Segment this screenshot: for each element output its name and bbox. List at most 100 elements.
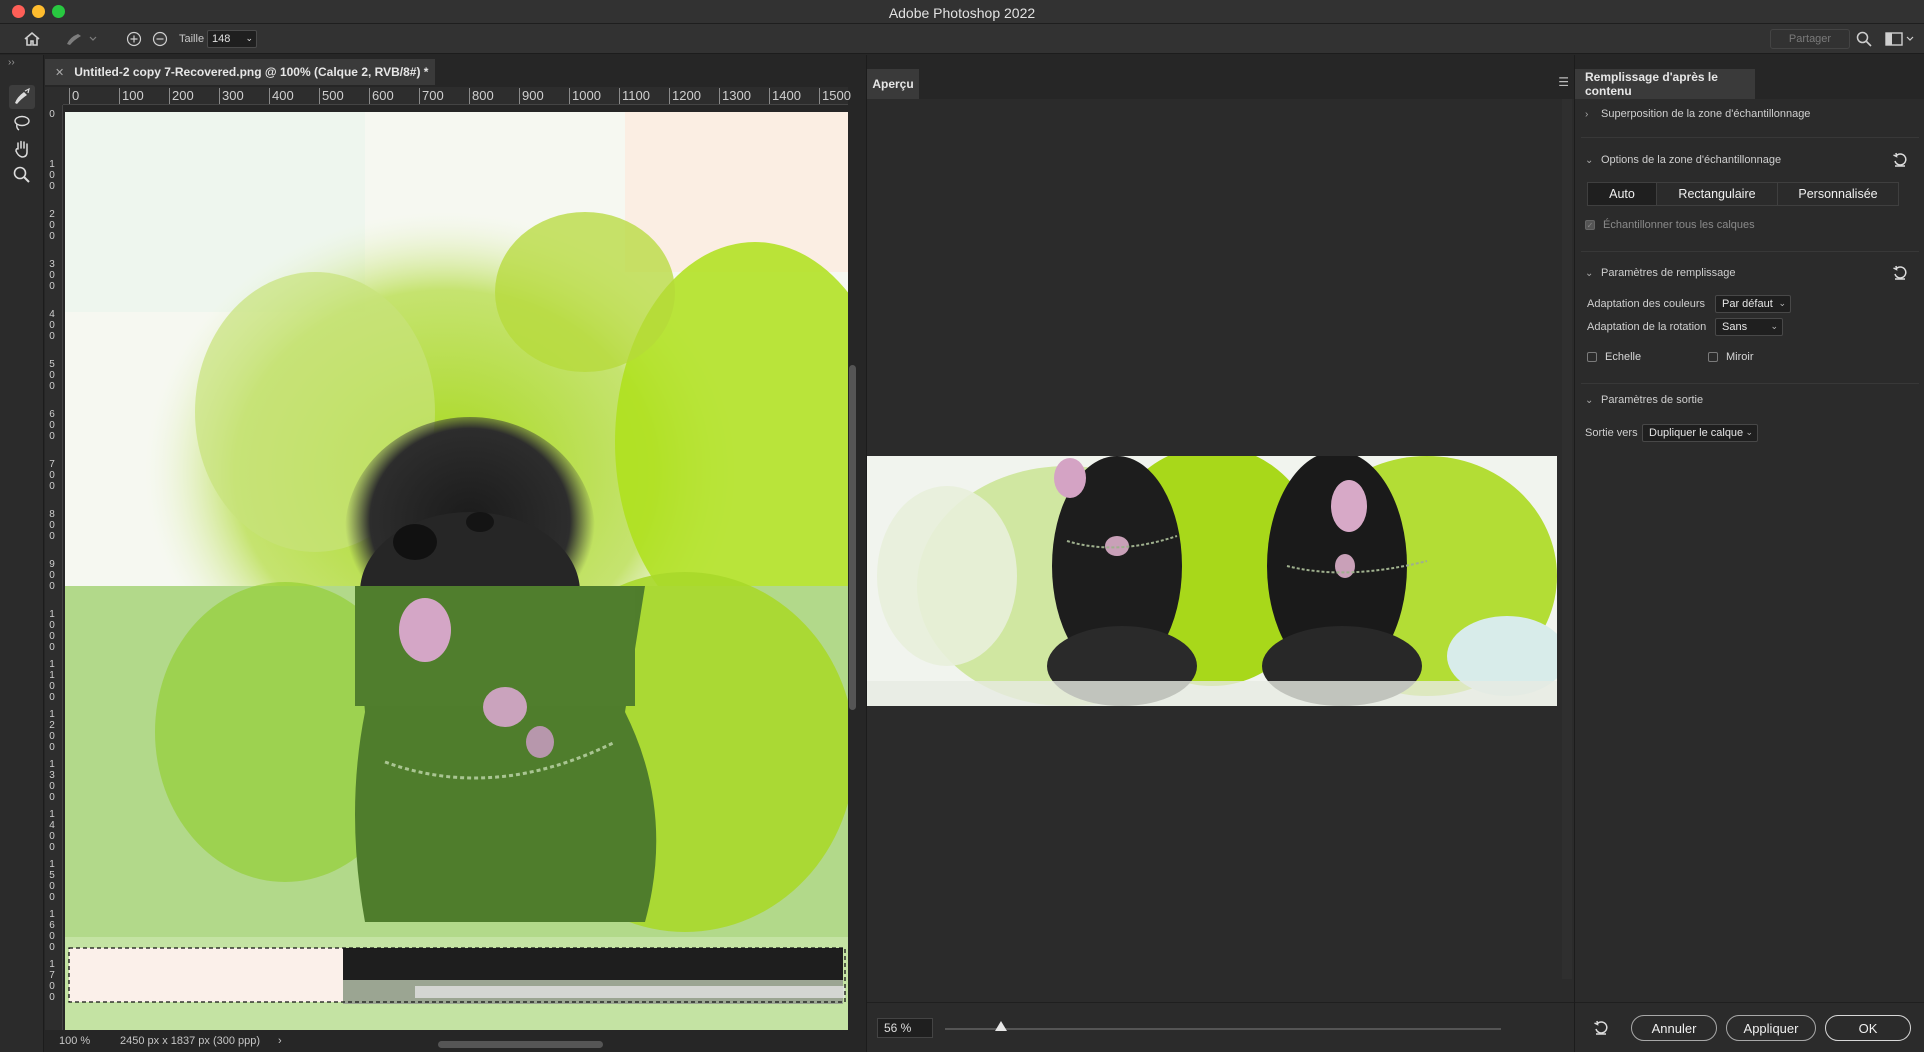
chevron-down-icon[interactable]: ⌄: [245, 33, 253, 44]
ruler-left-tick: 0: [49, 109, 55, 120]
chevron-right-icon: ›: [1585, 108, 1589, 120]
divider: [1581, 137, 1919, 138]
ruler-top-tick: 1100: [619, 88, 650, 104]
add-circle-icon: [126, 31, 142, 47]
subtract-circle-icon: [152, 31, 168, 47]
close-tab-icon[interactable]: ✕: [55, 66, 64, 79]
share-button[interactable]: Partager: [1770, 29, 1850, 49]
section-fill-settings-label: Paramètres de remplissage: [1601, 267, 1736, 279]
canvas-vertical-scrollbar[interactable]: [849, 365, 856, 710]
tab-content-aware-fill[interactable]: Remplissage d'après le contenu: [1575, 69, 1755, 99]
color-adaptation-value: Par défaut: [1722, 298, 1773, 310]
preview-vertical-scrollbar[interactable]: [1562, 99, 1572, 979]
canvas-area[interactable]: [63, 105, 848, 1030]
home-icon: [24, 31, 40, 46]
preview-zoom-input[interactable]: 56 %: [877, 1018, 933, 1038]
hand-tool[interactable]: [9, 137, 35, 161]
options-bar: Taille 148 ⌄ Partager: [0, 24, 1924, 54]
document-canvas[interactable]: [65, 112, 848, 1030]
document-tab[interactable]: ✕ Untitled-2 copy 7-Recovered.png @ 100%…: [45, 59, 435, 85]
preview-panel: ›› Aperçu ☰: [866, 55, 1575, 1052]
horizontal-ruler[interactable]: 0 100 200 300 400 500 600 700 800 900 1000 1100 1200…: [63, 87, 851, 105]
chevron-down-icon: ⌄: [1585, 154, 1594, 166]
size-input[interactable]: 148 ⌄: [207, 30, 257, 48]
ok-button[interactable]: OK: [1825, 1015, 1911, 1041]
mirror-checkbox[interactable]: Miroir: [1708, 349, 1754, 365]
chevron-down-icon: ⌄: [1770, 321, 1778, 331]
size-value: 148: [212, 33, 231, 45]
reset-all-button[interactable]: [1591, 1018, 1611, 1038]
sample-all-layers-checkbox[interactable]: ✓ Échantillonner tous les calques: [1585, 217, 1755, 233]
ruler-top-tick: 1200: [669, 88, 701, 104]
ruler-top-tick: 100: [119, 88, 144, 104]
ruler-top-tick: 1400: [769, 88, 801, 104]
checkbox-icon: [1708, 352, 1718, 362]
rotation-adaptation-select[interactable]: Sans ⌄: [1715, 318, 1783, 336]
brush-preset-picker[interactable]: [60, 29, 102, 49]
zoom-icon: [13, 166, 30, 183]
add-to-selection-button[interactable]: [124, 29, 144, 49]
preview-zoom-thumb[interactable]: [994, 1021, 1007, 1031]
document-tab-title: Untitled-2 copy 7-Recovered.png @ 100% (…: [74, 65, 429, 79]
ruler-left-tick: 300: [49, 259, 55, 292]
ruler-top-tick: 600: [369, 88, 394, 104]
ruler-top-tick: 1300: [719, 88, 751, 104]
section-sampling-overlay[interactable]: › Superposition de la zone d'échantillon…: [1585, 104, 1810, 124]
preview-artwork: [867, 456, 1557, 706]
color-adaptation-select[interactable]: Par défaut ⌄: [1715, 295, 1791, 313]
ruler-left-tick: 1000: [49, 609, 55, 653]
apply-button[interactable]: Appliquer: [1726, 1015, 1816, 1041]
lasso-icon: [14, 115, 30, 131]
reset-icon: [1893, 152, 1907, 167]
section-output-settings[interactable]: ⌄ Paramètres de sortie: [1585, 390, 1703, 410]
lasso-tool[interactable]: [9, 111, 35, 135]
ruler-left-tick: 1400: [49, 809, 55, 853]
sampling-rectangular-button[interactable]: Rectangulaire: [1656, 182, 1778, 206]
scale-checkbox[interactable]: Echelle: [1587, 349, 1641, 365]
size-label: Taille: [179, 33, 205, 45]
ruler-origin[interactable]: [45, 87, 63, 105]
workspace-icon: [1885, 32, 1914, 46]
vertical-ruler[interactable]: 0 100 200 300 400 500 600 700 800 900 1000 1100 1200…: [45, 105, 63, 1030]
panel-menu-icon[interactable]: ☰: [1558, 75, 1569, 89]
search-button[interactable]: [1852, 29, 1876, 49]
ruler-left-tick: 1200: [49, 709, 55, 753]
preview-image: [867, 456, 1557, 706]
reset-fill-settings-button[interactable]: [1890, 263, 1910, 283]
reset-sampling-button[interactable]: [1890, 150, 1910, 170]
status-menu-arrow[interactable]: ›: [278, 1035, 282, 1047]
home-button[interactable]: [18, 29, 46, 49]
output-to-select[interactable]: Dupliquer le calque ⌄: [1642, 424, 1758, 442]
expand-panel-icon[interactable]: ››: [8, 57, 15, 68]
output-to-value: Dupliquer le calque: [1649, 427, 1744, 439]
subtract-from-selection-button[interactable]: [150, 29, 170, 49]
fill-panel-footer: Annuler Appliquer OK: [1575, 1002, 1924, 1052]
sampling-custom-button[interactable]: Personnalisée: [1777, 182, 1899, 206]
ruler-top-tick: 900: [519, 88, 544, 104]
preview-tab-bar: Aperçu ☰: [867, 55, 1575, 99]
content-aware-brush-tool[interactable]: [9, 85, 35, 109]
preview-viewport[interactable]: [867, 99, 1559, 979]
preview-zoom-slider[interactable]: [945, 1028, 1501, 1030]
app-title: Adobe Photoshop 2022: [888, 5, 1036, 21]
ruler-left-tick: 900: [49, 559, 55, 592]
tab-apercu[interactable]: Aperçu: [867, 69, 919, 99]
ruler-left-tick: 400: [49, 309, 55, 342]
ruler-top-tick: 300: [219, 88, 244, 104]
section-sampling-overlay-label: Superposition de la zone d'échantillonna…: [1601, 108, 1811, 120]
ruler-top-tick: 1500: [819, 88, 851, 104]
ruler-top-tick: 800: [469, 88, 494, 104]
section-output-settings-label: Paramètres de sortie: [1601, 394, 1704, 406]
section-sampling-options[interactable]: ⌄ Options de la zone d'échantillonnage: [1585, 150, 1781, 170]
title-bar: Adobe Photoshop 2022: [0, 0, 1924, 24]
cancel-button[interactable]: Annuler: [1631, 1015, 1717, 1041]
section-fill-settings[interactable]: ⌄ Paramètres de remplissage: [1585, 263, 1736, 283]
ruler-left-tick: 500: [49, 359, 55, 392]
zoom-level[interactable]: 100 %: [59, 1035, 90, 1047]
checkbox-icon: [1587, 352, 1597, 362]
canvas-horizontal-scrollbar[interactable]: [438, 1041, 603, 1048]
zoom-tool[interactable]: [9, 163, 35, 187]
sampling-auto-button[interactable]: Auto: [1587, 182, 1657, 206]
workspace-switcher-button[interactable]: [1882, 29, 1918, 49]
chevron-down-icon: ⌄: [1585, 267, 1594, 279]
